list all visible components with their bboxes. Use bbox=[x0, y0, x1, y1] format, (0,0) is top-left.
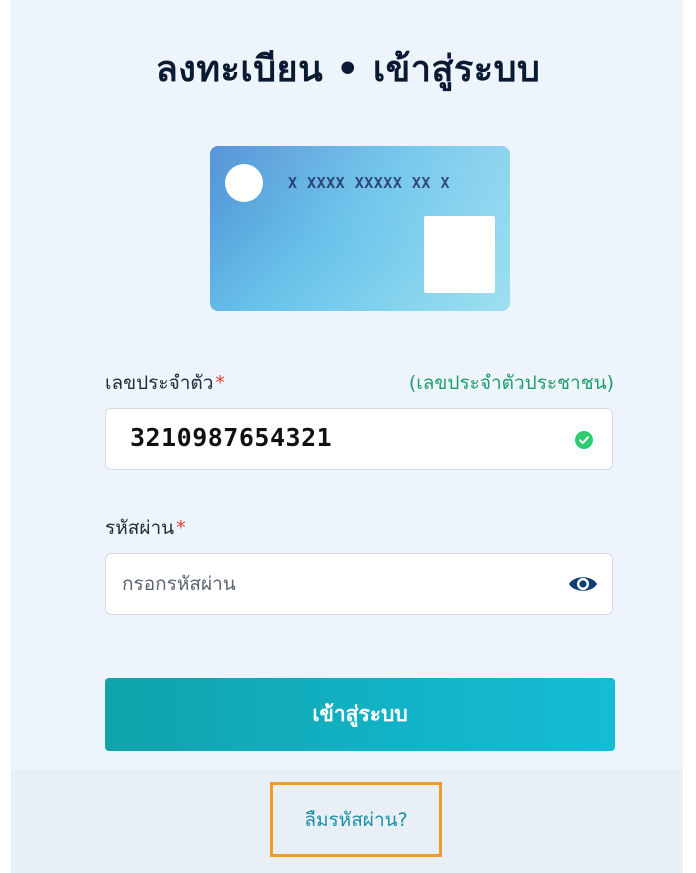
login-button[interactable]: เข้าสู่ระบบ bbox=[105, 678, 615, 751]
card-chip-icon bbox=[225, 164, 263, 202]
id-number-field[interactable]: 3210987654321 bbox=[105, 408, 613, 470]
id-field-hint: (เลขประจำตัวประชาชน) bbox=[408, 372, 614, 394]
id-card-illustration: X XXXX XXXXX XX X bbox=[210, 146, 510, 311]
password-field-label: รหัสผ่าน * bbox=[105, 513, 186, 543]
check-circle-icon bbox=[575, 431, 593, 449]
id-field-label-text: เลขประจำตัว bbox=[105, 372, 214, 394]
password-input[interactable] bbox=[106, 554, 562, 614]
required-mark: * bbox=[215, 372, 225, 394]
eye-icon[interactable] bbox=[568, 573, 598, 595]
page-title: ลงทะเบียน • เข้าสู่ระบบ bbox=[155, 49, 541, 90]
card-number: X XXXX XXXXX XX X bbox=[288, 174, 451, 192]
forgot-password-link[interactable]: ลืมรหัสผ่าน? bbox=[270, 782, 442, 857]
required-mark: * bbox=[176, 517, 186, 539]
id-field-label: เลขประจำตัว * bbox=[105, 368, 225, 398]
card-photo-placeholder bbox=[424, 216, 495, 293]
password-field-label-text: รหัสผ่าน bbox=[105, 517, 175, 539]
id-number-value[interactable]: 3210987654321 bbox=[130, 423, 332, 452]
password-field[interactable] bbox=[105, 553, 613, 615]
